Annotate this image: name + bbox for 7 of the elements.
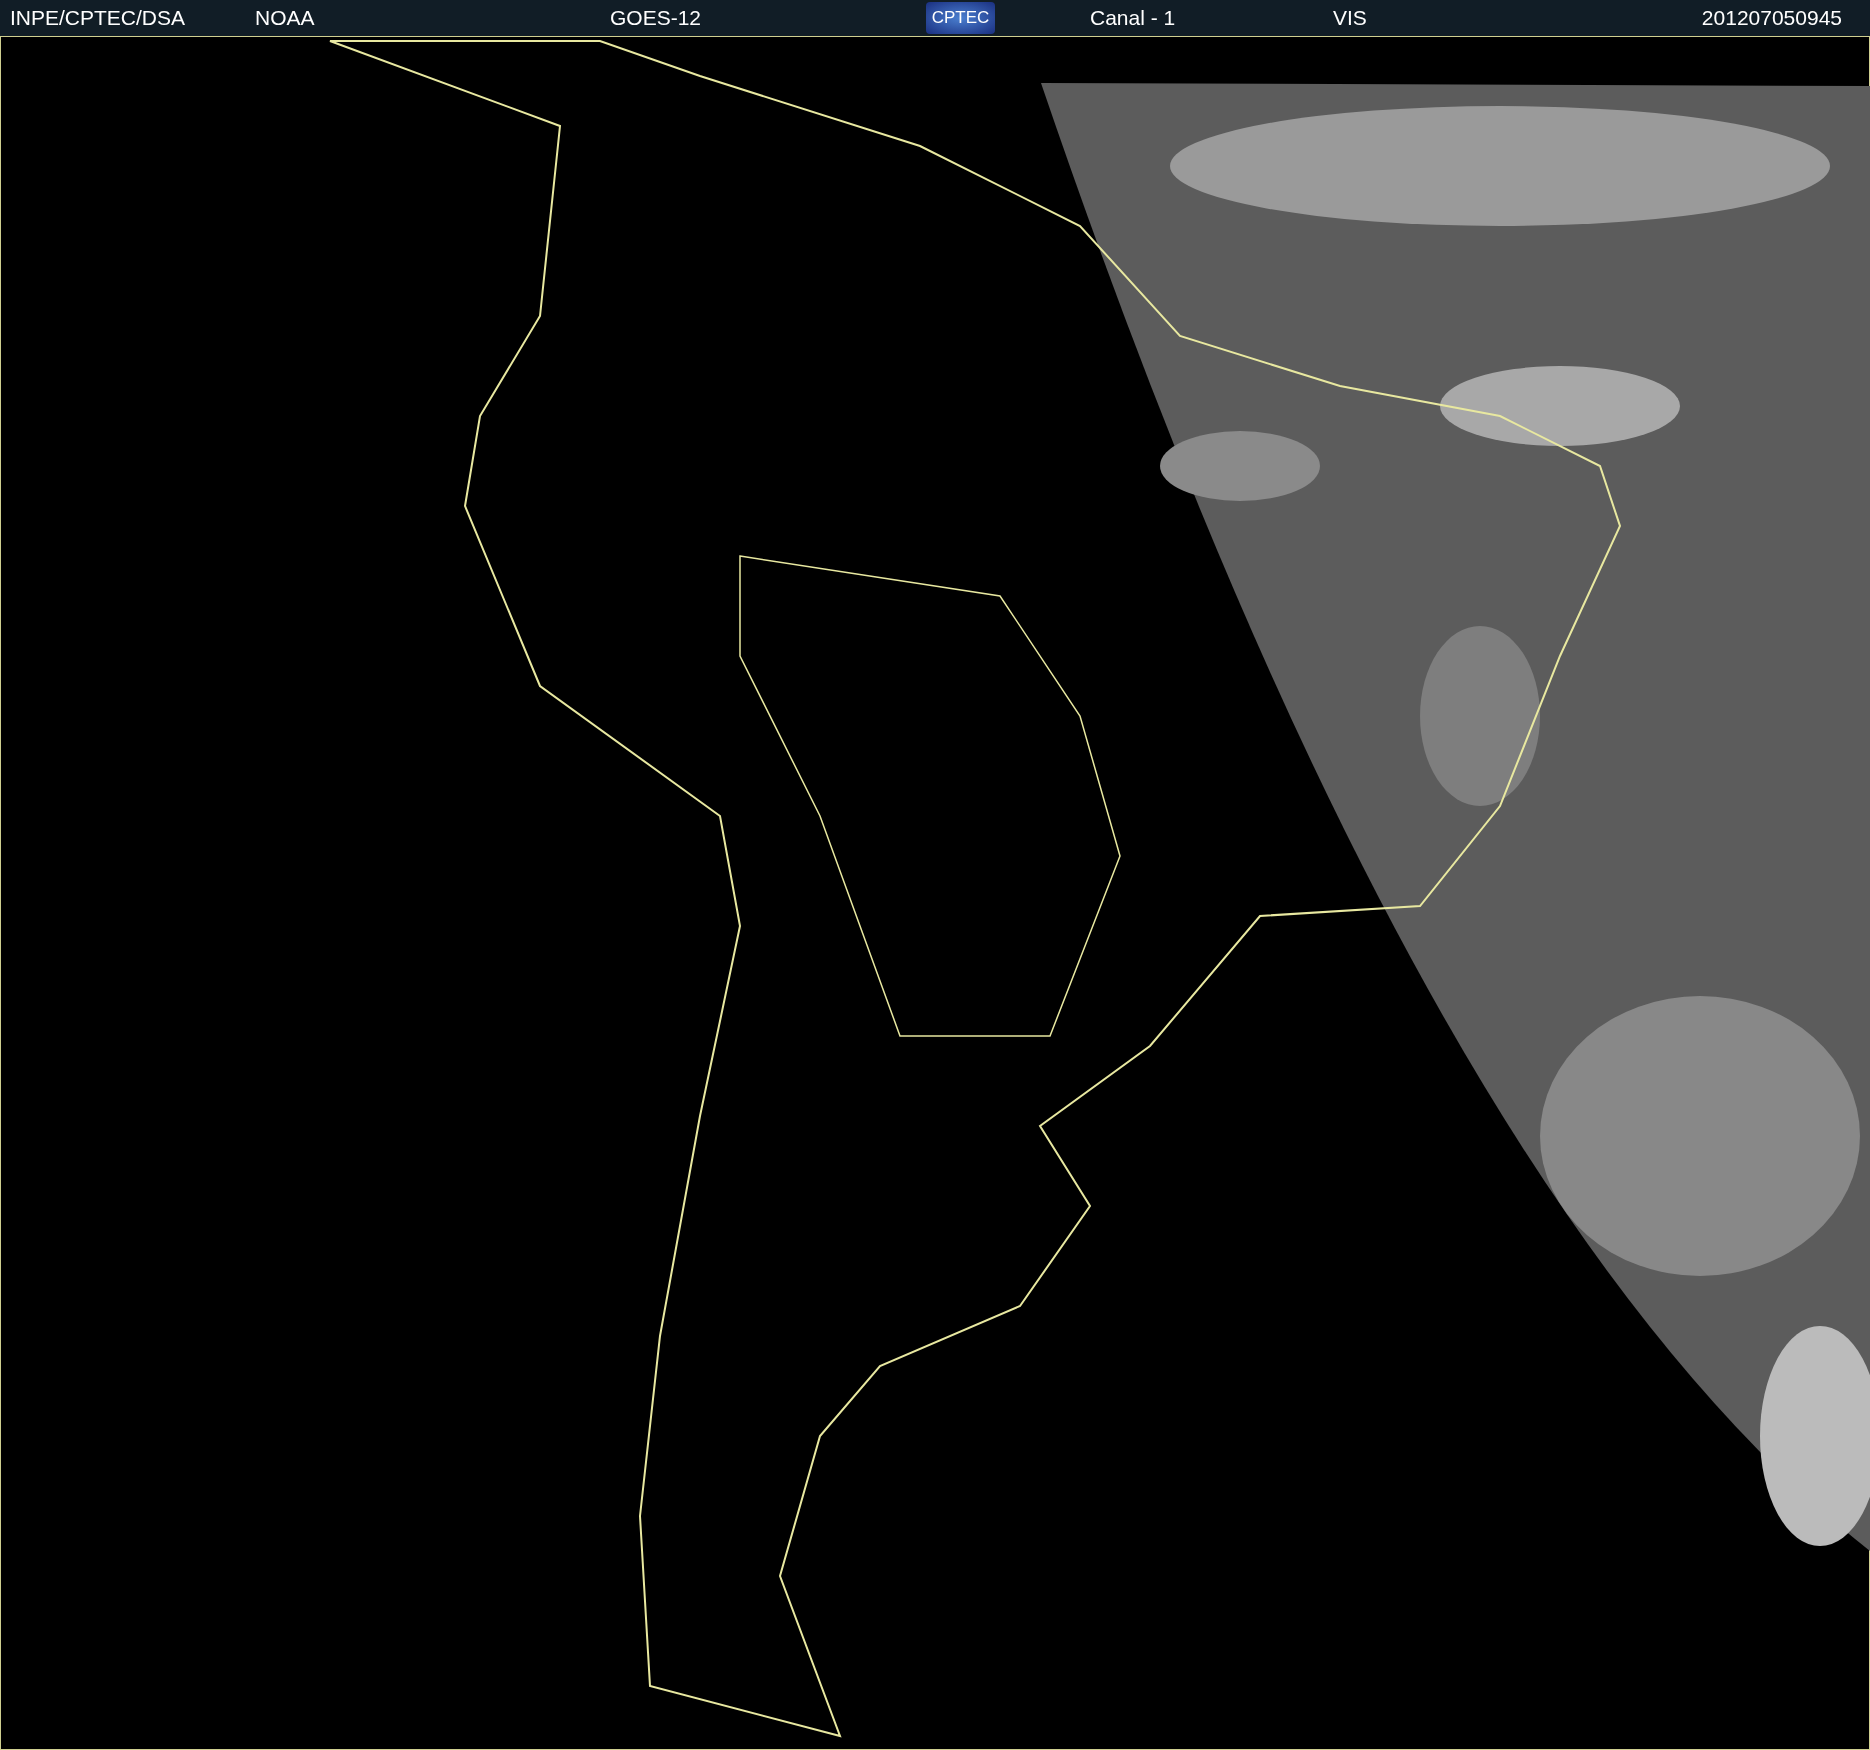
satellite-label: GOES-12 [610, 6, 703, 30]
timestamp-label: 201207050945 [1701, 6, 1842, 30]
agency-label: INPE/CPTEC/DSA [10, 6, 187, 30]
logo: CPTEC [926, 2, 995, 34]
channel-label: Canal - 1 [1090, 6, 1177, 30]
source-label: NOAA [255, 6, 316, 30]
band-label: VIS [1333, 6, 1368, 30]
